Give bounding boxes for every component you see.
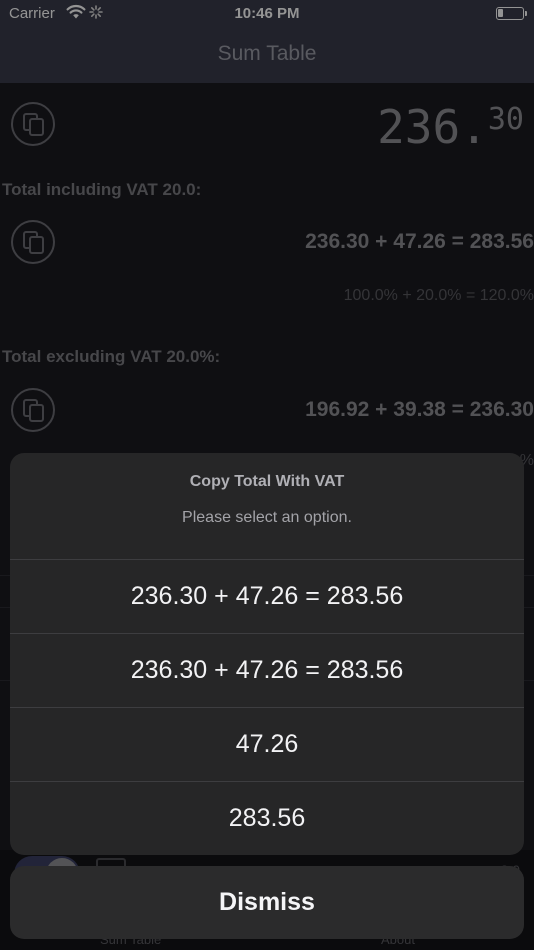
copy-options-sheet: Copy Total With VAT Please select an opt… [10,453,524,855]
sheet-option-full-formula-alt[interactable]: 236.30 + 47.26 = 283.56 [10,634,524,707]
sheet-option-full-formula[interactable]: 236.30 + 47.26 = 283.56 [10,560,524,633]
sheet-option-total[interactable]: 283.56 [10,782,524,855]
sheet-option-vat-amount[interactable]: 47.26 [10,708,524,781]
dismiss-button[interactable]: Dismiss [10,866,524,939]
sheet-message: Please select an option. [182,509,352,526]
sheet-title: Copy Total With VAT [189,473,345,490]
